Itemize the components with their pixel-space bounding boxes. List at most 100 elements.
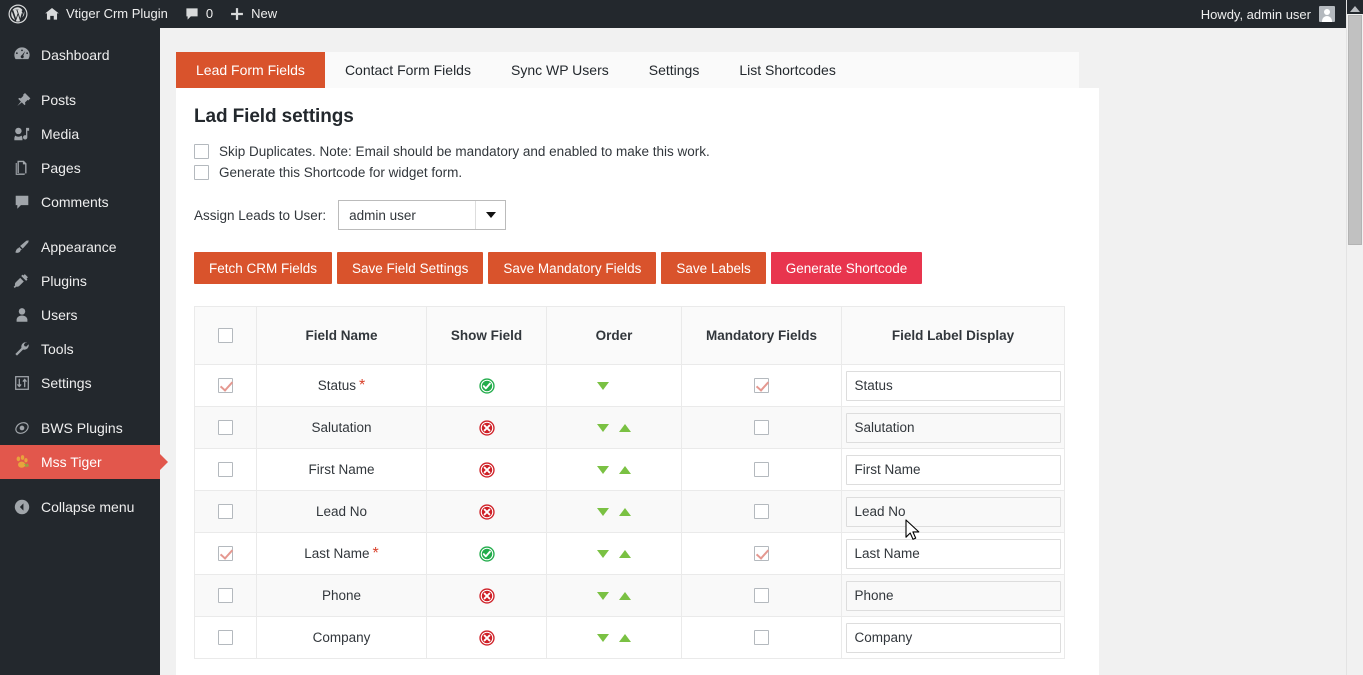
move-down-icon[interactable] bbox=[597, 423, 609, 432]
comment-bubble-icon bbox=[184, 6, 200, 22]
comments-bubble[interactable]: 0 bbox=[176, 0, 221, 28]
mandatory-checkbox[interactable] bbox=[754, 546, 769, 561]
row-select-checkbox[interactable] bbox=[218, 504, 233, 519]
field-label-input[interactable] bbox=[845, 580, 1061, 611]
field-label-input[interactable] bbox=[845, 496, 1061, 527]
row-select-checkbox[interactable] bbox=[218, 420, 233, 435]
users-icon bbox=[12, 305, 32, 325]
table-row: First Name bbox=[194, 448, 1065, 491]
tab-settings[interactable]: Settings bbox=[629, 52, 720, 88]
move-down-icon[interactable] bbox=[597, 381, 609, 390]
mandatory-checkbox[interactable] bbox=[754, 378, 769, 393]
sidebar-item-mss-tiger[interactable]: Mss Tiger bbox=[0, 445, 168, 479]
tab-list-shortcodes[interactable]: List Shortcodes bbox=[719, 52, 856, 88]
sidebar-item-bws-plugins[interactable]: BWS Plugins bbox=[0, 411, 160, 445]
fetch-crm-fields-button[interactable]: Fetch CRM Fields bbox=[194, 252, 333, 284]
status-enabled-icon[interactable] bbox=[478, 545, 496, 563]
cell-order bbox=[546, 616, 682, 659]
move-up-icon[interactable] bbox=[619, 591, 631, 600]
select-all-checkbox[interactable] bbox=[218, 328, 233, 343]
scrollbar-thumb[interactable] bbox=[1348, 15, 1362, 245]
site-name-menu[interactable]: Vtiger Crm Plugin bbox=[36, 0, 176, 28]
move-up-icon[interactable] bbox=[619, 507, 631, 516]
row-select-checkbox[interactable] bbox=[218, 588, 233, 603]
row-select-checkbox[interactable] bbox=[218, 462, 233, 477]
page-scrollbar[interactable] bbox=[1346, 0, 1363, 675]
cell-select bbox=[194, 490, 257, 533]
sidebar-item-users[interactable]: Users bbox=[0, 298, 160, 332]
mandatory-checkbox[interactable] bbox=[754, 504, 769, 519]
status-disabled-icon[interactable] bbox=[478, 587, 496, 605]
table-head: Field Name Show Field Order Mandatory Fi… bbox=[194, 306, 1065, 365]
sidebar-item-plugins[interactable]: Plugins bbox=[0, 264, 160, 298]
sidebar-item-collapse-menu[interactable]: Collapse menu bbox=[0, 490, 160, 524]
status-enabled-icon[interactable] bbox=[478, 377, 496, 395]
move-up-icon[interactable] bbox=[619, 633, 631, 642]
assign-leads-select[interactable]: admin user bbox=[338, 200, 507, 230]
sidebar-item-dashboard[interactable]: Dashboard bbox=[0, 38, 160, 72]
howdy-label: Howdy, admin user bbox=[1200, 6, 1311, 22]
cell-show-field bbox=[426, 364, 547, 407]
wordpress-logo-icon[interactable] bbox=[0, 0, 36, 28]
my-account-menu[interactable]: Howdy, admin user bbox=[1201, 6, 1363, 22]
cell-field-label bbox=[841, 490, 1065, 533]
scroll-up-arrow-icon[interactable] bbox=[1347, 0, 1363, 14]
option-skip-duplicates[interactable]: Skip Duplicates. Note: Email should be m… bbox=[194, 144, 1079, 159]
field-name-label: Salutation bbox=[311, 419, 372, 435]
table-row: Last Name * bbox=[194, 532, 1065, 575]
status-disabled-icon[interactable] bbox=[478, 629, 496, 647]
generate-shortcode-widget-checkbox[interactable] bbox=[194, 165, 209, 180]
sidebar-item-pages[interactable]: Pages bbox=[0, 151, 160, 185]
sidebar-item-media[interactable]: Media bbox=[0, 117, 160, 151]
move-down-icon[interactable] bbox=[597, 591, 609, 600]
save-field-settings-button[interactable]: Save Field Settings bbox=[337, 252, 484, 284]
sidebar-item-appearance[interactable]: Appearance bbox=[0, 230, 160, 264]
tab-lead-form-fields[interactable]: Lead Form Fields bbox=[176, 52, 325, 88]
move-down-icon[interactable] bbox=[597, 465, 609, 474]
sidebar-item-settings[interactable]: Settings bbox=[0, 366, 160, 400]
new-content-menu[interactable]: New bbox=[221, 0, 285, 28]
cell-field-label bbox=[841, 406, 1065, 449]
move-up-icon[interactable] bbox=[619, 423, 631, 432]
field-label-input[interactable] bbox=[845, 454, 1061, 485]
mandatory-checkbox[interactable] bbox=[754, 462, 769, 477]
cell-order bbox=[546, 364, 682, 407]
option-generate-shortcode-widget[interactable]: Generate this Shortcode for widget form. bbox=[194, 165, 1079, 180]
tab-contact-form-fields[interactable]: Contact Form Fields bbox=[325, 52, 491, 88]
required-asterisk: * bbox=[359, 376, 366, 394]
content-area: Lead Form Fields Contact Form Fields Syn… bbox=[160, 28, 1363, 675]
status-disabled-icon[interactable] bbox=[478, 503, 496, 521]
save-mandatory-fields-button[interactable]: Save Mandatory Fields bbox=[488, 252, 657, 284]
status-disabled-icon[interactable] bbox=[478, 419, 496, 437]
sidebar-item-posts[interactable]: Posts bbox=[0, 83, 160, 117]
mandatory-checkbox[interactable] bbox=[754, 630, 769, 645]
row-select-checkbox[interactable] bbox=[218, 546, 233, 561]
move-up-icon[interactable] bbox=[619, 465, 631, 474]
status-disabled-icon[interactable] bbox=[478, 461, 496, 479]
mandatory-checkbox[interactable] bbox=[754, 420, 769, 435]
sidebar-item-tools[interactable]: Tools bbox=[0, 332, 160, 366]
field-label-input[interactable] bbox=[845, 412, 1061, 443]
sidebar-item-comments[interactable]: Comments bbox=[0, 185, 160, 219]
sidebar-item-label: Media bbox=[41, 126, 80, 142]
field-label-input[interactable] bbox=[845, 622, 1061, 653]
bws-plugins-icon bbox=[12, 418, 32, 438]
field-label-input[interactable] bbox=[845, 538, 1061, 569]
row-select-checkbox[interactable] bbox=[218, 378, 233, 393]
move-down-icon[interactable] bbox=[597, 633, 609, 642]
menu-separator bbox=[0, 219, 160, 230]
row-select-checkbox[interactable] bbox=[218, 630, 233, 645]
cell-show-field bbox=[426, 574, 547, 617]
skip-duplicates-checkbox[interactable] bbox=[194, 144, 209, 159]
field-label-input[interactable] bbox=[845, 370, 1061, 401]
save-labels-button[interactable]: Save Labels bbox=[661, 252, 766, 284]
move-down-icon[interactable] bbox=[597, 549, 609, 558]
cell-mandatory bbox=[681, 364, 842, 407]
move-down-icon[interactable] bbox=[597, 507, 609, 516]
collapse-arrow-icon bbox=[12, 497, 32, 517]
move-up-icon[interactable] bbox=[619, 549, 631, 558]
tab-sync-wp-users[interactable]: Sync WP Users bbox=[491, 52, 629, 88]
generate-shortcode-button[interactable]: Generate Shortcode bbox=[770, 252, 923, 284]
cell-show-field bbox=[426, 448, 547, 491]
mandatory-checkbox[interactable] bbox=[754, 588, 769, 603]
